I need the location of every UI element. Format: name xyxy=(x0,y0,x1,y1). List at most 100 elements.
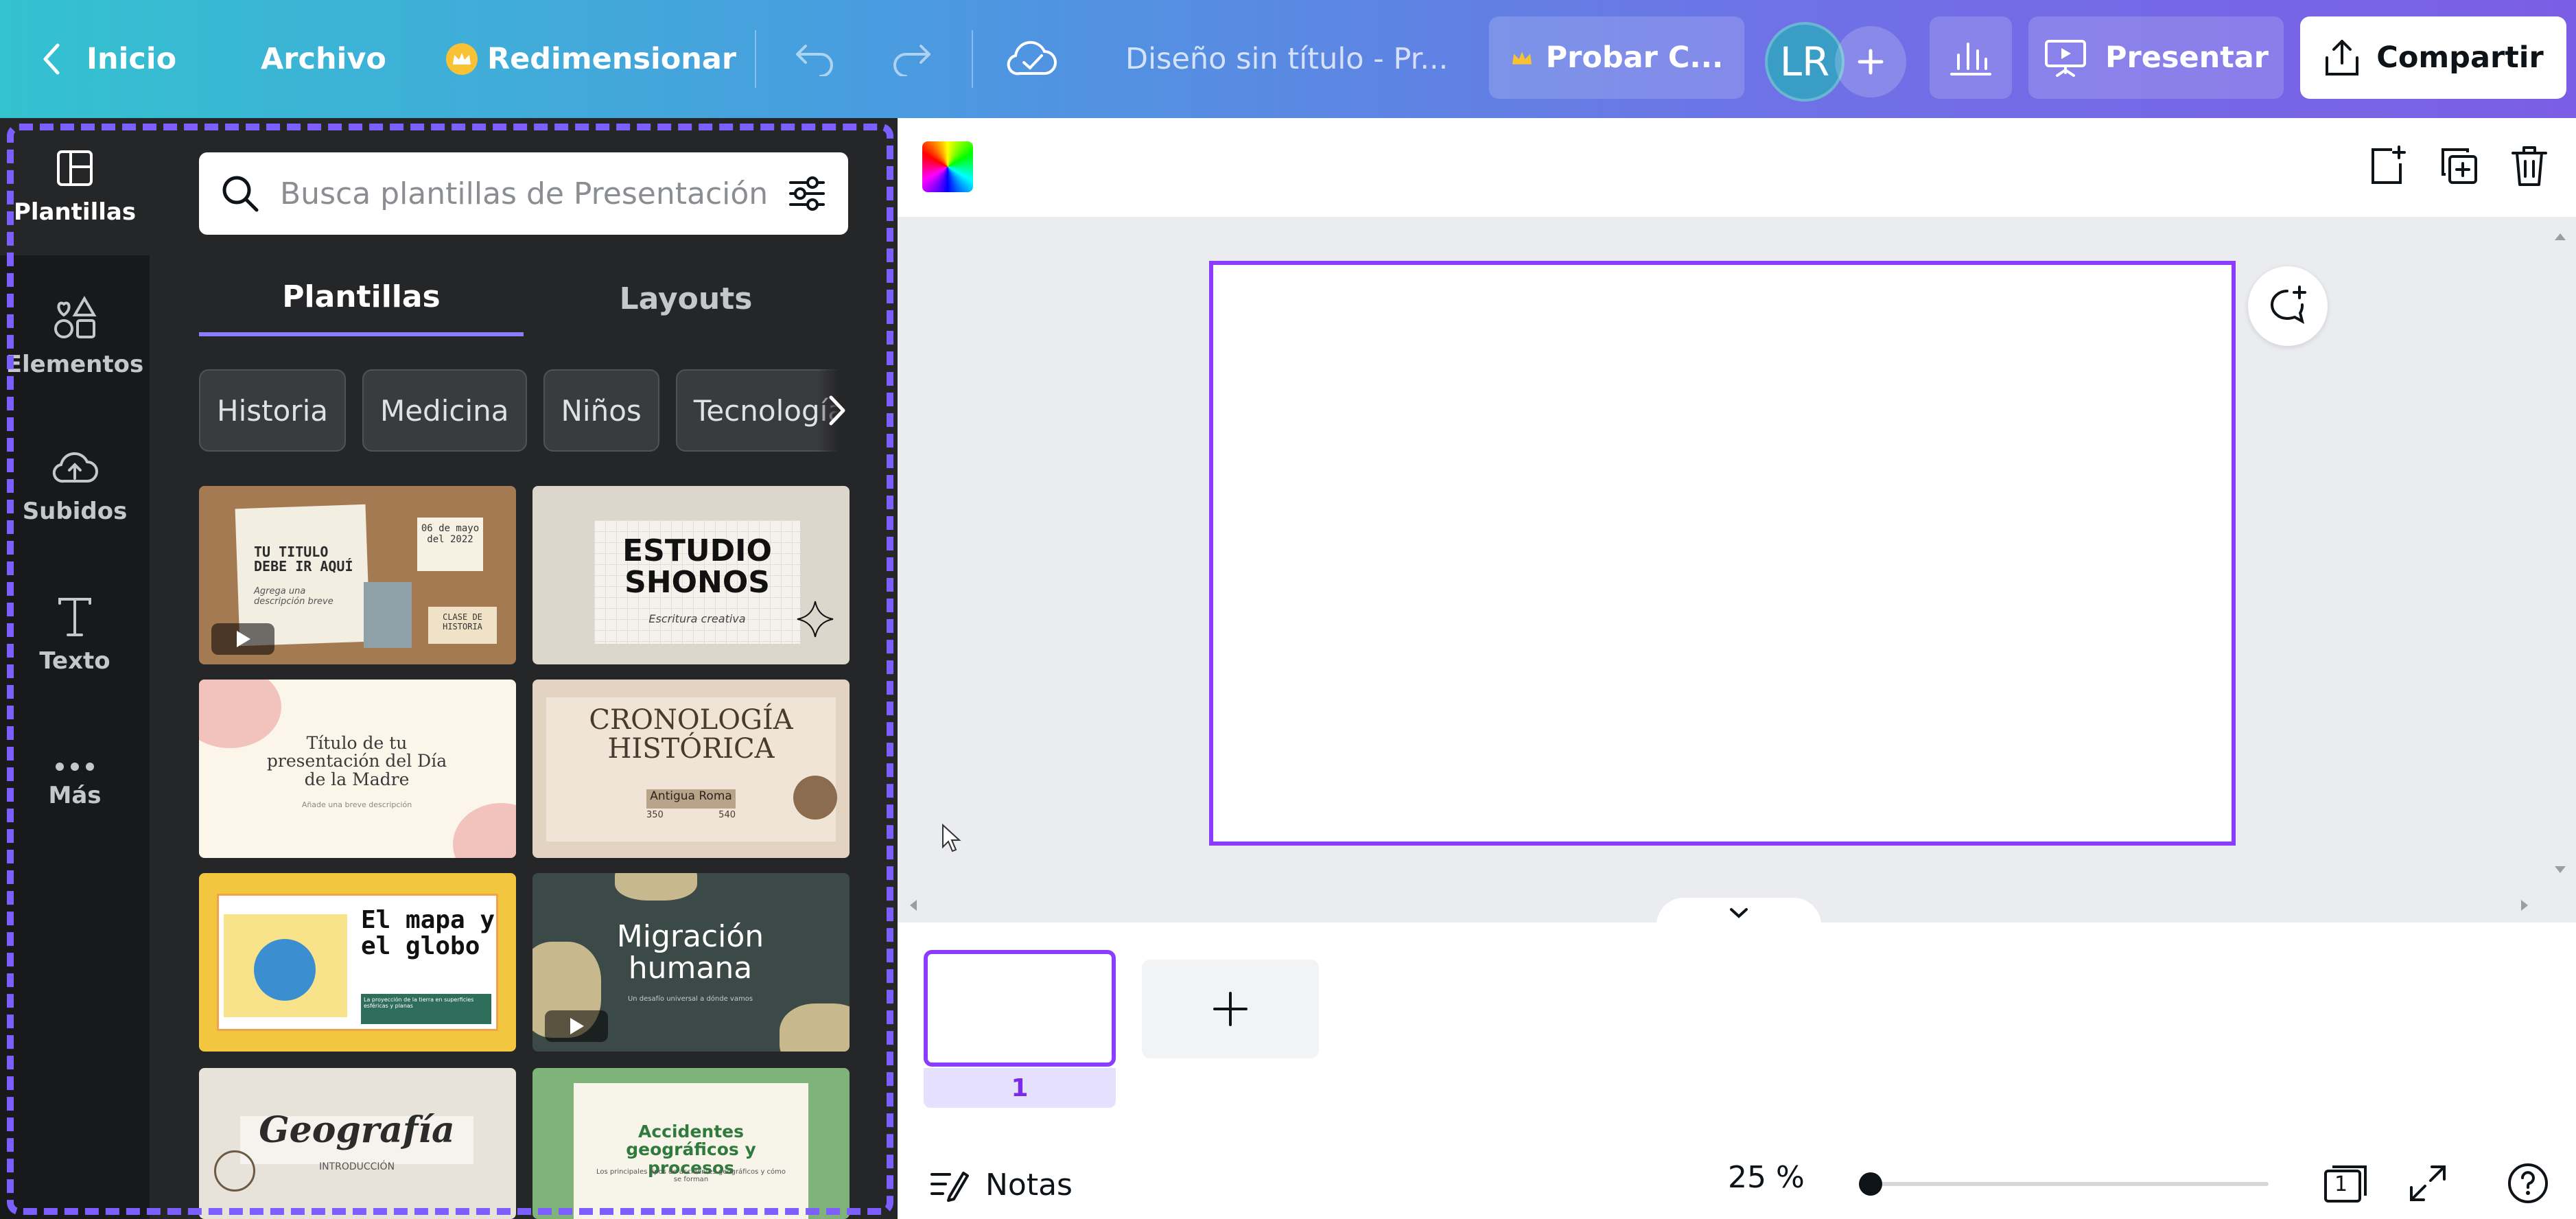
template-subtitle: Antigua Roma xyxy=(646,789,736,809)
rail-item-more[interactable]: Más xyxy=(0,717,150,854)
tab-templates[interactable]: Plantillas xyxy=(199,261,524,336)
avatar[interactable]: LR xyxy=(1765,22,1845,102)
editor-toolbar xyxy=(898,118,2576,217)
resize-button[interactable]: Redimensionar xyxy=(446,0,736,118)
plus-icon xyxy=(1213,992,1248,1026)
triangle-right-icon xyxy=(2521,900,2528,911)
toggle-page-strip-button[interactable] xyxy=(1656,898,1821,928)
search-icon xyxy=(222,176,259,212)
cloud-upload-icon xyxy=(52,452,98,483)
duplicate-icon xyxy=(2442,148,2477,184)
template-title: El mapa y el globo xyxy=(361,906,495,960)
template-title: Título de tu presentación del Día de la … xyxy=(266,733,447,789)
home-button[interactable]: Inicio xyxy=(41,0,176,118)
crown-icon xyxy=(446,43,478,75)
template-title: Geografía xyxy=(259,1109,455,1151)
scroll-right-button[interactable] xyxy=(2514,895,2535,916)
template-card[interactable]: TU TITULO DEBE IR AQUÍ Agrega una descri… xyxy=(199,486,516,664)
scroll-left-button[interactable] xyxy=(903,895,924,916)
template-title: Migración humana xyxy=(616,919,764,986)
template-search-box[interactable] xyxy=(199,152,848,235)
rail-item-templates[interactable]: Plantillas xyxy=(0,118,150,255)
present-icon xyxy=(2044,40,2086,77)
filter-icon[interactable] xyxy=(786,173,828,214)
template-card[interactable]: Migración humana Un desafío universal a … xyxy=(532,873,850,1052)
notes-icon xyxy=(930,1172,969,1202)
template-subtitle: INTRODUCCIÓN xyxy=(318,1161,395,1172)
bar-chart-icon xyxy=(1950,43,1991,76)
template-subtitle: La proyección de la tierra en superficie… xyxy=(361,994,491,1024)
globe-icon xyxy=(793,776,837,820)
template-blob xyxy=(453,803,516,858)
triangle-up-icon xyxy=(2555,233,2566,240)
template-title: ESTUDIO SHONOS xyxy=(622,533,772,601)
share-label: Compartir xyxy=(2376,40,2544,75)
tab-layouts[interactable]: Layouts xyxy=(524,261,848,336)
try-pro-label: Probar C... xyxy=(1545,40,1724,75)
template-title: TU TITULO DEBE IR AQUÍ xyxy=(254,544,353,574)
search-input[interactable] xyxy=(280,176,786,211)
top-bar: Inicio Archivo Redimensionar Diseño sin … xyxy=(0,0,2576,118)
template-card[interactable]: El mapa y el globo La proyección de la t… xyxy=(199,873,516,1052)
scroll-down-button[interactable] xyxy=(2550,859,2571,880)
shapes-icon xyxy=(54,296,97,338)
chip-medicine[interactable]: Medicina xyxy=(362,369,527,452)
template-card[interactable]: ESTUDIO SHONOS Escritura creativa xyxy=(532,486,850,664)
rail-item-label: Plantillas xyxy=(13,198,137,226)
redo-button[interactable] xyxy=(889,0,933,118)
share-icon xyxy=(2326,40,2359,76)
add-comment-button[interactable] xyxy=(2248,266,2328,346)
chips-scroll-right-button[interactable] xyxy=(817,369,858,452)
template-card[interactable]: Título de tu presentación del Día de la … xyxy=(199,680,516,858)
try-pro-button[interactable]: Probar C... xyxy=(1489,16,1744,99)
fullscreen-button[interactable] xyxy=(2400,1156,2455,1211)
share-button[interactable]: Compartir xyxy=(2300,16,2566,99)
color-picker-button[interactable] xyxy=(922,141,973,192)
scroll-up-button[interactable] xyxy=(2550,227,2571,247)
notes-button[interactable]: Notas xyxy=(929,1153,1073,1216)
present-button[interactable]: Presentar xyxy=(2028,16,2284,99)
expand-icon xyxy=(2410,1165,2446,1201)
add-page-top-button[interactable] xyxy=(2366,141,2410,191)
zoom-slider-handle[interactable] xyxy=(1858,1172,1882,1196)
document-title[interactable]: Diseño sin título - Pr... xyxy=(1125,0,1448,118)
rail-item-label: Subidos xyxy=(22,498,128,525)
zoom-slider[interactable] xyxy=(1862,1182,2269,1186)
globe-icon xyxy=(254,939,316,1001)
template-card[interactable]: CRONOLOGÍA HISTÓRICA Antigua Roma 350 54… xyxy=(532,680,850,858)
chevron-right-icon xyxy=(829,395,845,426)
template-blob xyxy=(780,1003,850,1052)
add-page-button[interactable] xyxy=(1142,960,1319,1058)
redo-icon xyxy=(893,45,930,76)
template-tag: CLASE DE HISTORIA xyxy=(428,607,497,644)
save-status-button[interactable] xyxy=(1006,0,1058,118)
rail-item-label: Texto xyxy=(39,647,110,675)
template-range-start: 350 xyxy=(646,810,664,820)
help-button[interactable] xyxy=(2501,1156,2555,1211)
rail-item-uploads[interactable]: Subidos xyxy=(0,417,150,555)
undo-button[interactable] xyxy=(793,0,837,118)
duplicate-page-button[interactable] xyxy=(2437,141,2481,191)
file-menu-button[interactable]: Archivo xyxy=(261,0,386,118)
rail-item-label: Más xyxy=(48,782,102,809)
slide-canvas[interactable] xyxy=(1209,261,2236,846)
chip-history[interactable]: Historia xyxy=(199,369,346,452)
chevron-down-icon xyxy=(1730,908,1748,918)
plus-icon xyxy=(1858,49,1884,75)
rail-item-elements[interactable]: Elementos xyxy=(0,268,150,405)
page-count-button[interactable]: 1 xyxy=(2318,1156,2373,1211)
chip-kids[interactable]: Niños xyxy=(543,369,659,452)
template-subtitle: Los principales tipos de accidentes geog… xyxy=(596,1168,786,1183)
more-icon xyxy=(56,763,94,771)
text-icon xyxy=(58,598,91,636)
zoom-level[interactable]: 25 % xyxy=(1728,1160,1805,1195)
template-card[interactable]: Accidentes geográficos y procesos Los pr… xyxy=(532,1068,850,1219)
page-thumbnail[interactable] xyxy=(924,950,1116,1067)
sparkle-icon xyxy=(797,601,834,638)
delete-page-button[interactable] xyxy=(2507,141,2551,191)
insights-button[interactable] xyxy=(1930,16,2012,99)
rail-item-text[interactable]: Texto xyxy=(0,567,150,704)
invite-button[interactable] xyxy=(1835,26,1906,97)
template-card[interactable]: Geografía INTRODUCCIÓN xyxy=(199,1068,516,1219)
triangle-left-icon xyxy=(910,900,917,911)
